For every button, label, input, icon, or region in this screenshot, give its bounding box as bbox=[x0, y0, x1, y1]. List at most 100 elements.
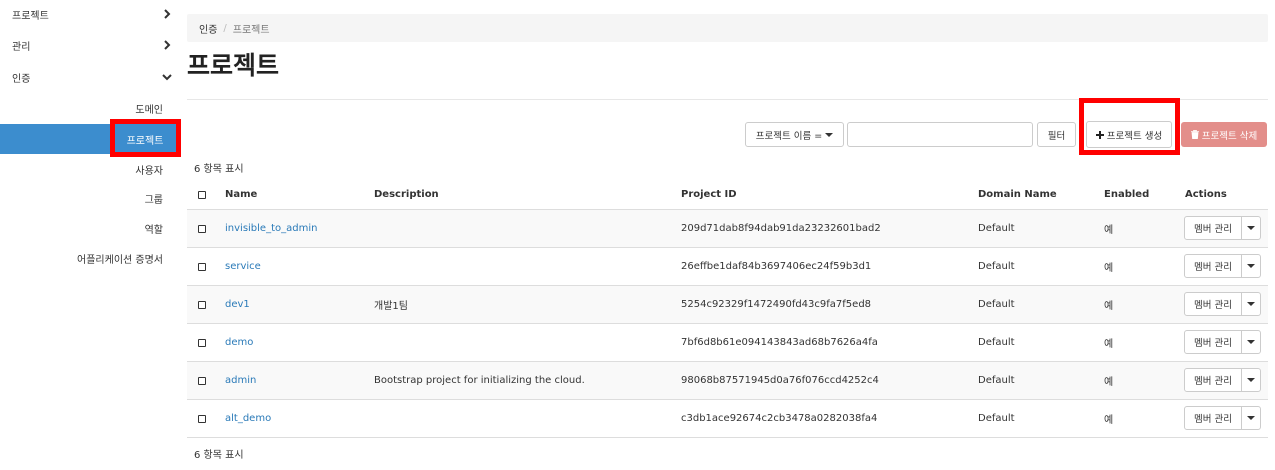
sidebar-item-admin[interactable]: 관리 bbox=[12, 38, 172, 53]
sidebar-item-label: 인증 bbox=[12, 73, 31, 85]
project-id: 5254c92329f1472490fd43c9fa7f5ed8 bbox=[681, 299, 872, 310]
table-header-row: Name Description Project ID Domain Name … bbox=[187, 180, 1268, 210]
table-row: alt_demo c3db1ace92674c2cb3478a0282038fa… bbox=[187, 400, 1268, 438]
project-enabled: 예 bbox=[1104, 263, 1114, 274]
sidebar-item-groups[interactable]: 그룹 bbox=[145, 191, 163, 206]
sidebar-item-domains[interactable]: 도메인 bbox=[135, 101, 163, 116]
project-name-link[interactable]: admin bbox=[225, 362, 256, 399]
filter-button-label: 필터 bbox=[1047, 130, 1066, 142]
filter-field-label: 프로젝트 이름 = bbox=[755, 130, 823, 142]
caret-down-icon bbox=[1247, 416, 1255, 420]
delete-project-button[interactable]: 프로젝트 삭제 bbox=[1181, 122, 1267, 147]
project-enabled: 예 bbox=[1104, 415, 1114, 426]
column-header-project-id[interactable]: Project ID bbox=[681, 180, 737, 209]
project-id: 7bf6d8b61e094143843ad68b7626a4fa bbox=[681, 337, 878, 348]
filter-input[interactable] bbox=[847, 122, 1033, 147]
project-domain: Default bbox=[978, 223, 1015, 234]
project-domain: Default bbox=[978, 299, 1015, 310]
project-domain: Default bbox=[978, 413, 1015, 424]
breadcrumb: 인증 / 프로젝트 bbox=[187, 14, 1268, 42]
row-checkbox[interactable] bbox=[198, 338, 206, 347]
chevron-right-icon bbox=[164, 40, 171, 50]
row-actions-dropdown-toggle[interactable] bbox=[1242, 293, 1260, 315]
row-actions-dropdown-toggle[interactable] bbox=[1242, 369, 1260, 391]
row-actions-group: 멤버 관리 bbox=[1184, 254, 1261, 278]
project-enabled: 예 bbox=[1104, 377, 1114, 388]
project-id: c3db1ace92674c2cb3478a0282038fa4 bbox=[681, 413, 878, 424]
row-checkbox[interactable] bbox=[198, 376, 206, 385]
breadcrumb-parent[interactable]: 인증 bbox=[199, 21, 217, 36]
sidebar-item-users[interactable]: 사용자 bbox=[135, 162, 163, 177]
column-header-name[interactable]: Name bbox=[225, 180, 257, 209]
manage-members-button[interactable]: 멤버 관리 bbox=[1185, 331, 1242, 353]
breadcrumb-separator: / bbox=[223, 22, 227, 34]
project-description: Bootstrap project for initializing the c… bbox=[374, 375, 585, 386]
project-id: 98068b87571945d0a76f076ccd4252c4 bbox=[681, 375, 879, 386]
filter-field-dropdown[interactable]: 프로젝트 이름 = bbox=[745, 122, 844, 147]
sidebar-item-project[interactable]: 프로젝트 bbox=[12, 7, 172, 22]
delete-project-label: 프로젝트 삭제 bbox=[1201, 130, 1258, 142]
project-name-link[interactable]: demo bbox=[225, 324, 253, 361]
item-count-bottom: 6 항목 표시 bbox=[194, 450, 244, 461]
table-row: invisible_to_admin 209d71dab8f94dab91da2… bbox=[187, 210, 1268, 248]
project-id: 26effbe1daf84b3697406ec24f59b3d1 bbox=[681, 261, 872, 272]
project-enabled: 예 bbox=[1104, 301, 1114, 312]
row-select-cell bbox=[198, 210, 206, 247]
row-actions-group: 멤버 관리 bbox=[1184, 368, 1261, 392]
project-name-link[interactable]: dev1 bbox=[225, 286, 250, 323]
caret-down-icon bbox=[1247, 378, 1255, 382]
table-row: service 26effbe1daf84b3697406ec24f59b3d1… bbox=[187, 248, 1268, 286]
manage-members-button[interactable]: 멤버 관리 bbox=[1185, 255, 1242, 277]
column-header-enabled[interactable]: Enabled bbox=[1104, 180, 1149, 209]
manage-members-button[interactable]: 멤버 관리 bbox=[1185, 369, 1242, 391]
row-checkbox[interactable] bbox=[198, 224, 206, 233]
sidebar-item-identity[interactable]: 인증 bbox=[12, 70, 172, 85]
row-actions-dropdown-toggle[interactable] bbox=[1242, 407, 1260, 429]
filter-button[interactable]: 필터 bbox=[1037, 122, 1076, 147]
project-id: 209d71dab8f94dab91da23232601bad2 bbox=[681, 223, 881, 234]
project-domain: Default bbox=[978, 337, 1015, 348]
caret-down-icon bbox=[825, 132, 834, 137]
caret-down-icon bbox=[1247, 302, 1255, 306]
column-header-actions: Actions bbox=[1185, 189, 1227, 200]
sidebar-item-label: 관리 bbox=[12, 41, 31, 53]
column-header-description[interactable]: Description bbox=[374, 180, 439, 209]
table-row: admin Bootstrap project for initializing… bbox=[187, 362, 1268, 400]
chevron-down-icon bbox=[162, 74, 172, 81]
row-actions-dropdown-toggle[interactable] bbox=[1242, 255, 1260, 277]
row-actions-group: 멤버 관리 bbox=[1184, 216, 1261, 240]
select-all-checkbox[interactable] bbox=[198, 190, 206, 199]
row-select-cell bbox=[198, 400, 206, 437]
sidebar: 프로젝트 관리 인증 도메인 프로젝트 사용자 그룹 역할 어플리케이션 증명서 bbox=[0, 0, 181, 470]
row-select-cell bbox=[198, 324, 206, 361]
project-enabled: 예 bbox=[1104, 225, 1114, 236]
caret-down-icon bbox=[1247, 340, 1255, 344]
row-actions-group: 멤버 관리 bbox=[1184, 330, 1261, 354]
project-name-link[interactable]: invisible_to_admin bbox=[225, 210, 317, 247]
page-title: 프로젝트 bbox=[187, 51, 280, 80]
select-all-cell bbox=[198, 180, 206, 209]
row-checkbox[interactable] bbox=[198, 414, 206, 423]
row-actions-dropdown-toggle[interactable] bbox=[1242, 217, 1260, 239]
row-actions-dropdown-toggle[interactable] bbox=[1242, 331, 1260, 353]
sidebar-item-label: 프로젝트 bbox=[12, 10, 49, 22]
project-domain: Default bbox=[978, 261, 1015, 272]
project-enabled: 예 bbox=[1104, 339, 1114, 350]
table-row: dev1 개발1팀 5254c92329f1472490fd43c9fa7f5e… bbox=[187, 286, 1268, 324]
sidebar-item-roles[interactable]: 역할 bbox=[145, 221, 163, 236]
row-select-cell bbox=[198, 362, 206, 399]
table-row: demo 7bf6d8b61e094143843ad68b7626a4fa De… bbox=[187, 324, 1268, 362]
manage-members-button[interactable]: 멤버 관리 bbox=[1185, 217, 1242, 239]
breadcrumb-current: 프로젝트 bbox=[232, 24, 270, 36]
manage-members-button[interactable]: 멤버 관리 bbox=[1185, 293, 1242, 315]
row-checkbox[interactable] bbox=[198, 262, 206, 271]
project-name-link[interactable]: service bbox=[225, 248, 261, 285]
column-header-domain-name[interactable]: Domain Name bbox=[978, 180, 1057, 209]
caret-down-icon bbox=[1247, 226, 1255, 230]
sidebar-item-app-credentials[interactable]: 어플리케이션 증명서 bbox=[77, 251, 163, 266]
row-checkbox[interactable] bbox=[198, 300, 206, 309]
item-count-top: 6 항목 표시 bbox=[194, 164, 244, 175]
chevron-right-icon bbox=[164, 9, 171, 19]
manage-members-button[interactable]: 멤버 관리 bbox=[1185, 407, 1242, 429]
project-name-link[interactable]: alt_demo bbox=[225, 400, 271, 437]
